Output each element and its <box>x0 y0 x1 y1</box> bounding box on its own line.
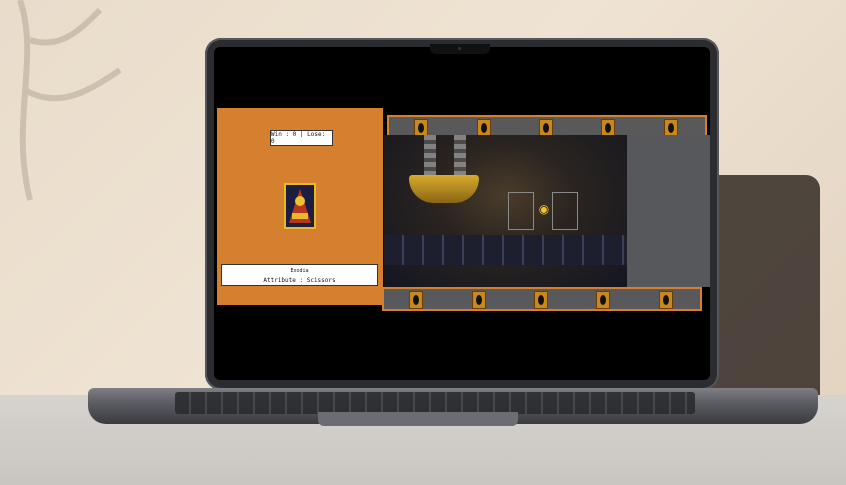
laptop-camera <box>458 47 461 50</box>
card-back-icon[interactable] <box>409 291 423 309</box>
battlefield <box>384 135 627 287</box>
plant-shadow-decor <box>17 0 122 201</box>
millennium-eye-icon: ◉ <box>538 202 550 216</box>
card-name: Exodia <box>290 268 309 274</box>
belt-buckle-decor <box>409 175 479 203</box>
laptop-keyboard <box>175 392 695 414</box>
card-info-box: Exodia Attribute : Scissors <box>221 264 378 286</box>
score-display: Win : 0 | Lose: 0 <box>270 130 333 146</box>
card-back-icon[interactable] <box>472 291 486 309</box>
card-back-icon[interactable] <box>596 291 610 309</box>
selected-card-image[interactable] <box>284 183 316 229</box>
player-hand-row <box>382 287 702 311</box>
player-card-slot[interactable] <box>552 192 578 230</box>
player-panel: Win : 0 | Lose: 0 Exodia Attribute : Sci… <box>217 108 383 305</box>
laptop-screen: Win : 0 | Lose: 0 Exodia Attribute : Sci… <box>214 47 710 380</box>
card-attribute: Attribute : Scissors <box>263 277 336 284</box>
opponent-card-slot[interactable] <box>508 192 534 230</box>
card-back-icon[interactable] <box>659 291 673 309</box>
belt-decor <box>384 235 627 265</box>
card-back-icon[interactable] <box>534 291 548 309</box>
laptop-trackpad <box>318 412 518 426</box>
right-side-panel <box>627 135 710 287</box>
